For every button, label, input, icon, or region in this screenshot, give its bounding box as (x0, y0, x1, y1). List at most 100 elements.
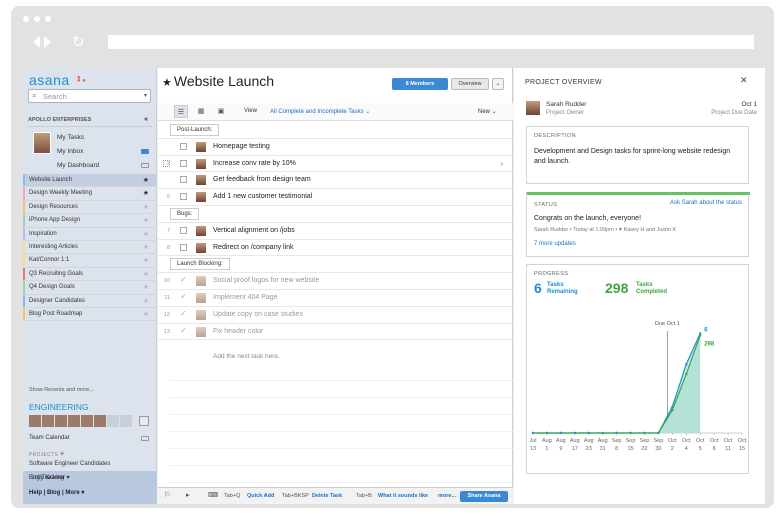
task-name[interactable]: Fix header color (213, 328, 263, 335)
sidebar-project-item[interactable]: Design Weekly Meeting ★ (23, 187, 157, 201)
address-bar[interactable] (108, 35, 754, 49)
task-checkbox[interactable] (180, 193, 187, 201)
star-icon[interactable]: ★ (143, 187, 149, 200)
team-project-link[interactable]: Software Engineer Candidates (29, 461, 110, 467)
task-name[interactable]: Add 1 new customer testimonial (213, 193, 312, 200)
my-inbox-link[interactable]: My Inbox (57, 148, 83, 155)
star-icon[interactable]: ★ (143, 214, 149, 227)
task-row[interactable]: 8 Redirect on /company link (158, 240, 513, 257)
team-member-avatar[interactable] (42, 415, 54, 427)
asana-logo[interactable]: asana (29, 72, 70, 88)
help-link[interactable]: Help (29, 490, 42, 496)
close-icon[interactable]: ✕ (740, 76, 748, 86)
star-icon[interactable]: ★ (162, 77, 172, 89)
sidebar-project-item[interactable]: Inspiration ★ (23, 227, 157, 241)
task-checkbox[interactable]: ✓ (180, 276, 187, 284)
task-row[interactable]: Homepage testing (158, 139, 513, 156)
assignee-avatar[interactable] (196, 158, 206, 169)
overview-button[interactable]: Overview (451, 78, 489, 90)
ask-status-link[interactable]: Ask Sarah about the status (670, 200, 742, 206)
sidebar-project-item[interactable]: Q3 Recruiting Goals ★ (23, 267, 157, 282)
add-task-input[interactable]: Add the next task here. (213, 353, 280, 360)
task-name[interactable]: Get feedback from design team (213, 176, 311, 183)
task-checkbox[interactable] (180, 243, 187, 251)
assignee-avatar[interactable] (196, 292, 206, 303)
back-arrow-icon[interactable] (33, 36, 40, 48)
owner-avatar[interactable] (526, 101, 540, 115)
task-checkbox[interactable]: ✓ (180, 292, 187, 301)
task-name[interactable]: Redirect on /company link (213, 244, 294, 251)
keyboard-shortcuts-icon[interactable]: ▸ (186, 491, 190, 499)
description-text[interactable]: Development and Design tasks for sprint-… (534, 147, 734, 167)
team-member-avatar[interactable] (68, 415, 80, 427)
assignee-avatar[interactable] (196, 225, 206, 236)
section-row[interactable]: Launch Blocking: (158, 256, 513, 274)
files-view-icon[interactable]: ▣ (214, 105, 228, 118)
search-dropdown-icon[interactable]: ▾ (144, 92, 147, 99)
star-icon[interactable]: ★ (143, 174, 149, 187)
assignee-avatar[interactable] (196, 326, 206, 337)
section-header[interactable]: Launch Blocking: (170, 258, 230, 271)
org-switcher[interactable]: APOLLO ENTERPRISES « (28, 116, 152, 127)
calendar-view-icon[interactable]: ▦ (194, 105, 208, 118)
star-icon[interactable]: ★ (143, 281, 149, 294)
chevron-down-icon[interactable]: ⌄ (492, 78, 504, 90)
my-tasks-link[interactable]: My Tasks (57, 134, 84, 141)
team-members-icon[interactable] (139, 416, 149, 426)
graduate-icon[interactable]: ⚐ (164, 491, 170, 499)
star-icon[interactable]: ★ (143, 228, 149, 241)
star-icon[interactable]: ★ (143, 268, 149, 281)
reload-icon[interactable]: ↻ (72, 35, 85, 50)
task-row[interactable]: 2 Increase conv rate by 10% › (158, 156, 513, 173)
task-checkbox[interactable] (180, 226, 187, 234)
team-member-avatar[interactable] (29, 415, 41, 427)
team-member-avatar[interactable] (81, 415, 93, 427)
chevron-right-icon[interactable]: › (500, 159, 503, 168)
more-shortcuts-link[interactable]: more... (438, 493, 456, 499)
forward-arrow-icon[interactable] (44, 36, 51, 48)
maximize-window-dot[interactable] (45, 16, 51, 22)
section-row[interactable]: Post-Launch: (158, 122, 513, 139)
more-link[interactable]: More (65, 490, 79, 496)
task-name[interactable]: Update copy on case studies (213, 311, 303, 318)
task-checkbox[interactable]: ✓ (180, 326, 187, 335)
task-row[interactable]: 7 Vertical alignment on /jobs (158, 223, 513, 240)
assignee-avatar[interactable] (196, 175, 206, 186)
sidebar-project-item[interactable]: Interesting Articles ★ (23, 240, 157, 255)
minimize-window-dot[interactable] (34, 16, 40, 22)
task-checkbox[interactable] (180, 142, 187, 150)
task-name[interactable]: Social proof logos for new website (213, 277, 319, 284)
due-date[interactable]: Oct 1 (712, 101, 757, 108)
new-dropdown[interactable]: New ⌄ (478, 108, 497, 115)
task-row[interactable]: 13 ✓ Fix header color (158, 324, 513, 341)
star-icon[interactable]: ★ (143, 295, 149, 308)
task-row[interactable]: 12 ✓ Update copy on case studies (158, 307, 513, 324)
sidebar-project-item[interactable]: Design Resources ★ (23, 200, 157, 215)
blog-link[interactable]: Blog (47, 490, 60, 496)
members-button[interactable]: 8 Members (392, 78, 448, 90)
assignee-avatar[interactable] (196, 141, 206, 152)
star-icon[interactable]: ★ (143, 241, 149, 254)
task-name[interactable]: Homepage testing (213, 143, 270, 150)
team-name[interactable]: ENGINEERING (29, 402, 89, 412)
task-row[interactable]: Get feedback from design team (158, 172, 513, 190)
share-asana-button[interactable]: Share Asana (460, 491, 508, 502)
view-filter-dropdown[interactable]: All Complete and Incomplete Tasks ⌄ (270, 108, 370, 115)
star-icon[interactable]: ★ (143, 201, 149, 214)
star-icon[interactable]: ★ (143, 254, 149, 267)
sidebar-project-item[interactable]: Designer Candidates ★ (23, 294, 157, 308)
show-recents-link[interactable]: Show Recents and more... (29, 387, 94, 393)
collapse-sidebar-icon[interactable]: « (144, 116, 148, 123)
star-icon[interactable]: ★ (143, 308, 149, 321)
team-calendar-link[interactable]: Team Calendar (29, 435, 70, 441)
section-header[interactable]: Bugs: (170, 207, 200, 220)
owner-name[interactable]: Sarah Rudder (546, 101, 586, 108)
section-row[interactable]: Bugs: (158, 206, 513, 223)
task-name[interactable]: Increase conv rate by 10% (213, 160, 296, 167)
assignee-avatar[interactable] (196, 309, 206, 320)
assignee-avatar[interactable] (196, 192, 206, 203)
sidebar-project-item[interactable]: Kat/Connor 1:1 ★ (23, 254, 157, 268)
task-row[interactable]: 11 ✓ Implement 404 Page (158, 290, 513, 307)
sidebar-project-item[interactable]: Website Launch ★ (23, 174, 157, 188)
drag-handle-icon[interactable] (163, 159, 170, 167)
